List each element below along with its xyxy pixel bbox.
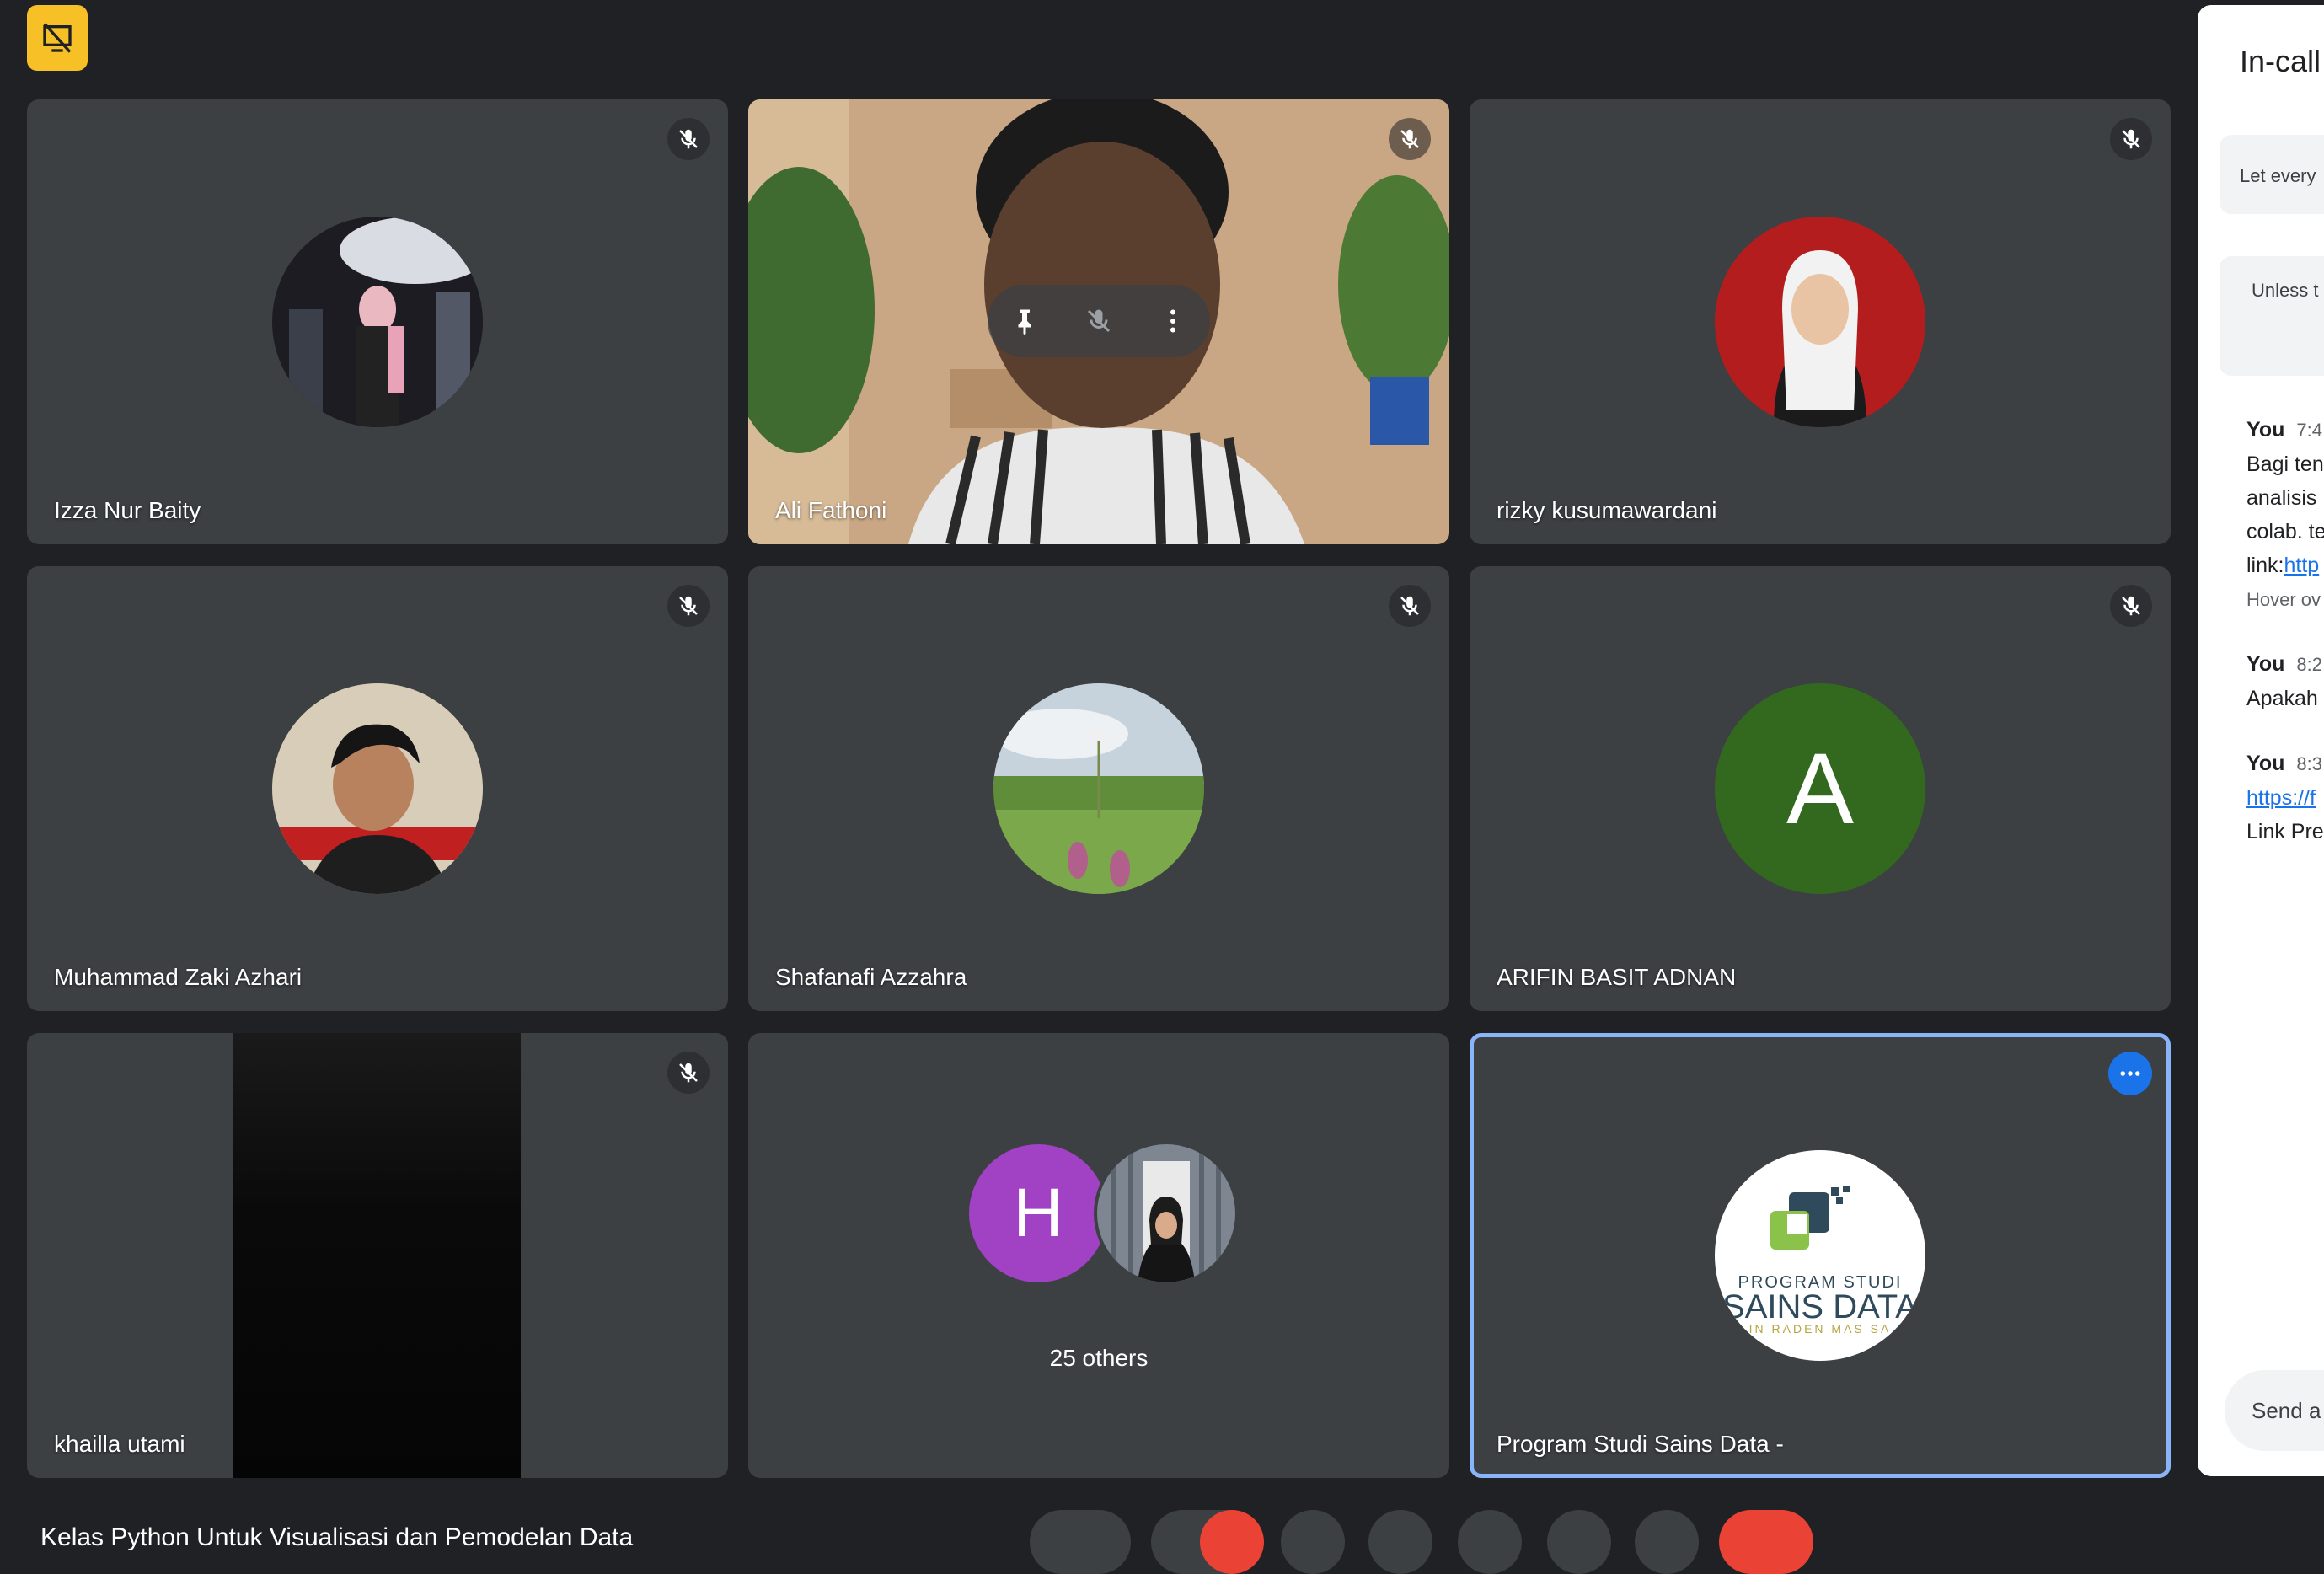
notice-info: Unless t peop m (2220, 256, 2324, 376)
avatar (1715, 217, 1925, 427)
message-time: 8:2 (2296, 654, 2322, 675)
more-options-button[interactable] (2108, 1052, 2152, 1095)
avatar (1097, 1144, 1235, 1282)
message-link[interactable]: https://f (2246, 786, 2316, 810)
message-link-prefix: link: (2246, 554, 2284, 577)
avatar (272, 683, 483, 894)
tile-hover-controls (988, 285, 1210, 357)
others-tile[interactable]: H 25 others (748, 1033, 1449, 1478)
message-time: 8:3 (2296, 753, 2322, 774)
message-time: 7:4 (2296, 420, 2322, 441)
participant-name: Shafanafi Azzahra (775, 964, 967, 990)
mic-button[interactable] (1030, 1510, 1131, 1574)
mic-off-icon (1389, 585, 1431, 627)
avatar-logo: PROGRAM STUDI SAINS DATA IN RADEN MAS SA (1715, 1150, 1925, 1361)
participant-name: rizky kusumawardani (1497, 497, 1717, 523)
mic-off-icon (2110, 585, 2152, 627)
chat-message: You 8:3 https://f Link Pre (2246, 747, 2324, 849)
participant-name: Izza Nur Baity (54, 497, 201, 523)
more-options-button[interactable] (1635, 1510, 1699, 1574)
present-button[interactable] (1458, 1510, 1522, 1574)
message-sender: You (2246, 418, 2285, 442)
avatar-letter: H (969, 1144, 1107, 1282)
participant-tile[interactable]: Muhammad Zaki Azhari (27, 566, 728, 1011)
participant-tile[interactable]: Izza Nur Baity (27, 99, 728, 544)
no-presentation-badge[interactable] (27, 5, 88, 71)
mic-off-icon (2110, 118, 2152, 160)
emoji-button[interactable] (1368, 1510, 1432, 1574)
logo-line-2: SAINS DATA (1722, 1288, 1918, 1325)
avatar (272, 217, 483, 427)
message-hint: Hover ov (2246, 589, 2321, 610)
participant-tile-video[interactable]: khailla utami (27, 1033, 728, 1478)
participant-name: khailla utami (54, 1431, 185, 1457)
participant-name: ARIFIN BASIT ADNAN (1497, 964, 1737, 990)
chat-message: You 7:4 Bagi ten analisis colab. te link:… (2246, 413, 2324, 617)
participant-name: Ali Fathoni (775, 497, 887, 523)
participant-grid: Izza Nur Baity Ali Fathoni rizky kusumaw… (27, 99, 2171, 1478)
message-line: Link Pre (2246, 820, 2324, 843)
leave-call-button[interactable] (1719, 1510, 1813, 1574)
others-count: 25 others (1049, 1345, 1149, 1371)
avatar (993, 683, 1204, 894)
notice-toggle[interactable]: Let every (2220, 135, 2324, 214)
pin-icon[interactable] (1009, 306, 1040, 336)
participant-tile-self[interactable]: PROGRAM STUDI SAINS DATA IN RADEN MAS SA… (1470, 1033, 2171, 1478)
mute-participant-icon[interactable] (1084, 306, 1114, 336)
more-options-icon[interactable] (1158, 306, 1188, 336)
avatar-letter: A (1715, 683, 1925, 894)
participant-tile[interactable]: rizky kusumawardani (1470, 99, 2171, 544)
participant-tile-video[interactable]: Ali Fathoni (748, 99, 1449, 544)
more-horizontal-icon (2120, 1071, 2140, 1076)
send-message-input[interactable]: Send a (2225, 1370, 2324, 1451)
camera-off-icon[interactable] (1200, 1510, 1264, 1574)
message-line: Apakah (2246, 687, 2318, 710)
captions-button[interactable] (1281, 1510, 1345, 1574)
message-line: Bagi ten (2246, 452, 2324, 476)
message-link[interactable]: http (2284, 554, 2319, 577)
raise-hand-button[interactable] (1547, 1510, 1611, 1574)
mic-off-icon (1389, 118, 1431, 160)
participant-name: Program Studi Sains Data - (1497, 1431, 1784, 1457)
mic-off-icon (667, 1052, 710, 1094)
message-sender: You (2246, 752, 2285, 775)
participant-tile[interactable]: Shafanafi Azzahra (748, 566, 1449, 1011)
mic-off-icon (667, 118, 710, 160)
logo-line-3: IN RADEN MAS SA (1748, 1322, 1892, 1336)
participant-name: Muhammad Zaki Azhari (54, 964, 303, 990)
meeting-title: Kelas Python Untuk Visualisasi dan Pemod… (40, 1523, 634, 1551)
message-sender: You (2246, 652, 2285, 676)
message-line: colab. te (2246, 520, 2324, 543)
chat-message: You 8:2 Apakah (2246, 647, 2322, 715)
panel-title: In-call (2240, 44, 2321, 78)
participant-tile[interactable]: A ARIFIN BASIT ADNAN (1470, 566, 2171, 1011)
mic-off-icon (667, 585, 710, 627)
no-screen-share-icon (43, 23, 72, 53)
message-line: analisis (2246, 486, 2317, 510)
video-feed (233, 1033, 521, 1478)
in-call-messages-panel: In-call Let every Unless t peop m You 7:4… (2198, 5, 2324, 1476)
